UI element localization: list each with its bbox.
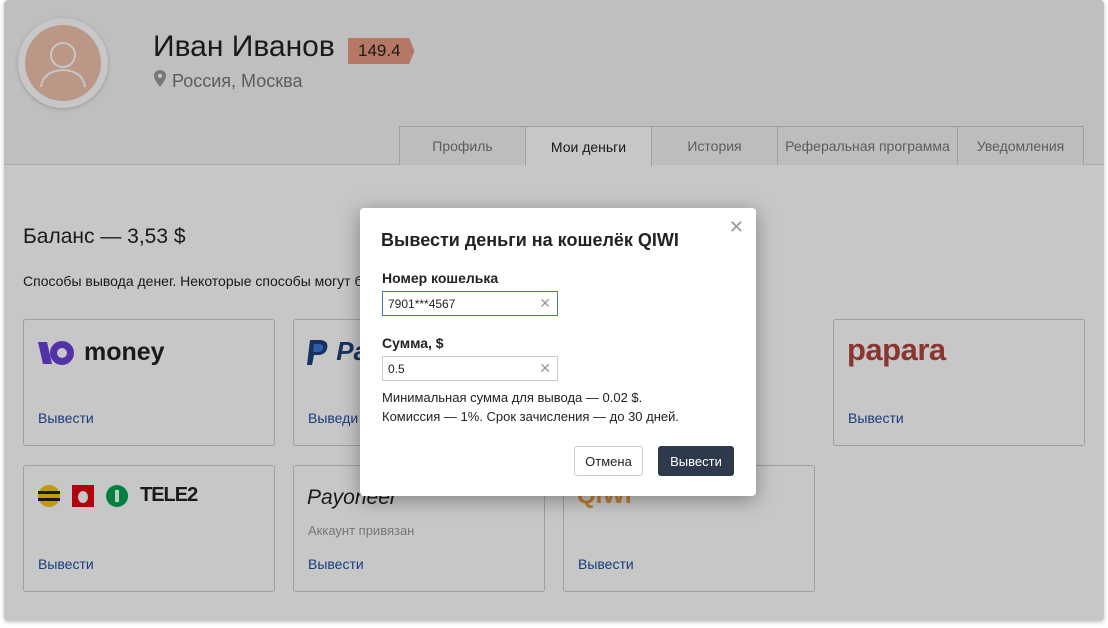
withdraw-qiwi-dialog: Вывести деньги на кошелёк QIWI ✕ Номер к…	[360, 208, 756, 496]
amount-field: ✕	[382, 356, 558, 381]
close-icon[interactable]: ✕	[729, 217, 744, 238]
page-frame: Иван Иванов 149.4 Россия, Москва Профиль…	[4, 0, 1104, 621]
dialog-title: Вывести деньги на кошелёк QIWI	[381, 230, 679, 250]
wallet-number-field: ✕	[382, 291, 558, 316]
commission-text: Комиссия — 1%. Срок зачисления — до 30 д…	[382, 409, 680, 424]
amount-input[interactable]	[383, 357, 557, 380]
wallet-number-input[interactable]	[383, 292, 557, 315]
cancel-button[interactable]: Отмена	[574, 446, 643, 476]
withdraw-hint: Минимальная сумма для вывода — 0.02 $. К…	[382, 388, 679, 426]
clear-icon[interactable]: ✕	[539, 295, 551, 312]
clear-icon[interactable]: ✕	[539, 360, 551, 377]
amount-label: Сумма, $	[382, 335, 444, 351]
submit-withdraw-button[interactable]: Вывести	[658, 446, 734, 476]
minimum-amount-text: Минимальная сумма для вывода — 0.02 $.	[382, 390, 643, 405]
wallet-number-label: Номер кошелька	[382, 270, 499, 286]
